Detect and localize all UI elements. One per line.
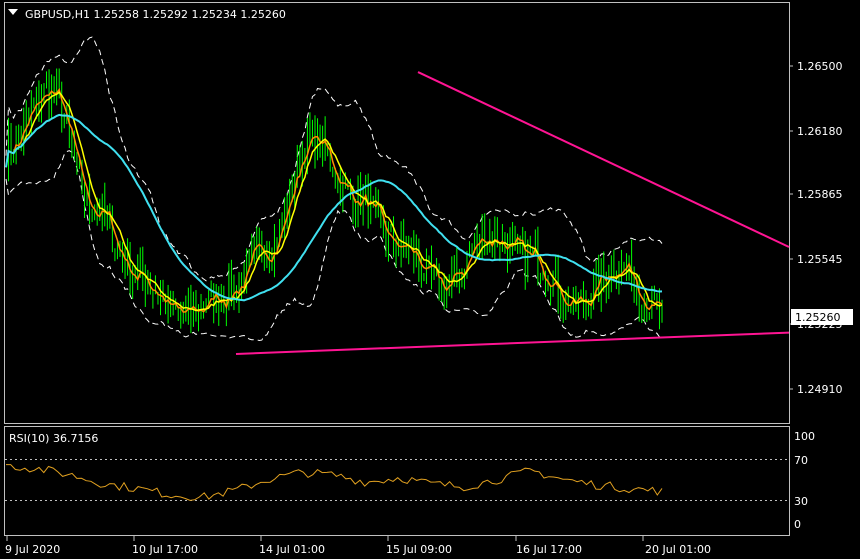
time-label: 20 Jul 01:00 (645, 543, 711, 556)
support-trendline (235, 331, 790, 355)
time-label: 15 Jul 09:00 (386, 543, 452, 556)
candles-layer (8, 68, 663, 334)
time-label: 10 Jul 17:00 (132, 543, 198, 556)
time-axis: 9 Jul 2020 10 Jul 17:00 14 Jul 01:00 15 … (5, 536, 711, 556)
rsi-title: RSI(10) 36.7156 (9, 432, 98, 445)
upper-band (5, 36, 663, 282)
price-label: 1.25865 (797, 188, 843, 201)
resistance-trendline (417, 71, 790, 248)
rsi-level-label: 0 (794, 518, 801, 531)
rsi-panel-frame (4, 426, 790, 536)
rsi-level-label: 100 (794, 430, 815, 443)
chart-svg[interactable]: GBPUSD,H1 1.25258 1.25292 1.25234 1.2526… (0, 0, 860, 559)
price-axis: 1.26500 1.26180 1.25865 1.25545 1.25225 … (789, 60, 843, 396)
symbol-header: GBPUSD,H1 1.25258 1.25292 1.25234 1.2526… (25, 8, 286, 21)
price-label: 1.26180 (797, 125, 843, 138)
price-chart-area[interactable]: GBPUSD,H1 1.25258 1.25292 1.25234 1.2526… (0, 0, 860, 559)
time-label: 16 Jul 17:00 (516, 543, 582, 556)
rsi-level-label: 30 (794, 495, 808, 508)
trendlines (235, 71, 790, 355)
time-label: 9 Jul 2020 (5, 543, 60, 556)
rsi-line (6, 464, 663, 501)
rsi-level-label: 70 (794, 454, 808, 467)
triangle-down-icon[interactable] (8, 9, 18, 15)
price-label: 1.25545 (797, 253, 843, 266)
current-price-value: 1.25260 (795, 311, 841, 324)
main-panel-frame (4, 2, 790, 424)
price-label: 1.24910 (797, 383, 843, 396)
current-price-tag: 1.25260 (791, 309, 853, 325)
price-label: 1.26500 (797, 60, 843, 73)
time-label: 14 Jul 01:00 (259, 543, 325, 556)
